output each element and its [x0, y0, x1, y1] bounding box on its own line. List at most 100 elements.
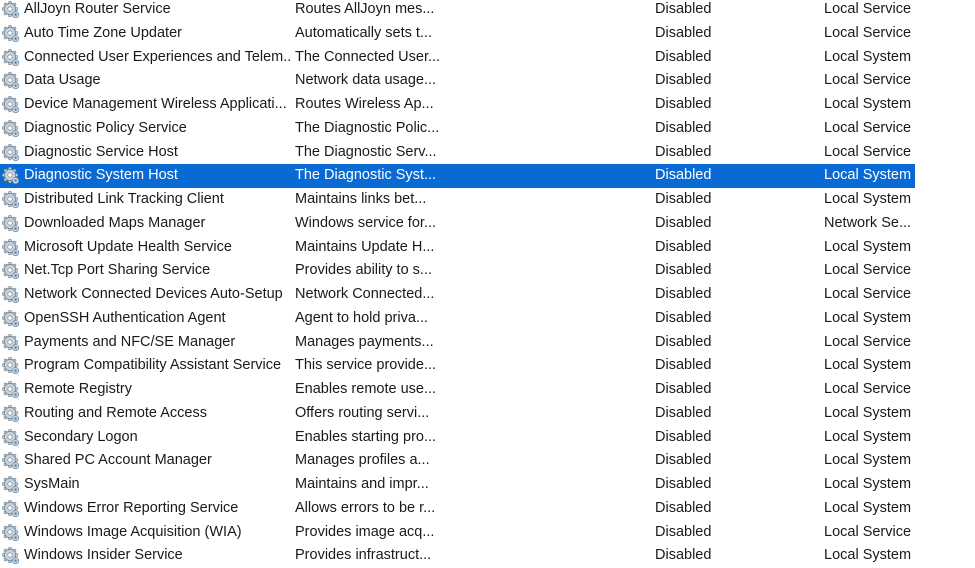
table-row[interactable]: Device Management Wireless Applicati... R…: [0, 93, 915, 117]
service-status: [531, 426, 651, 450]
gear-icon: [2, 1, 20, 19]
service-log-on-as: Local Service: [824, 286, 912, 302]
service-log-on-as: Local Service: [824, 24, 912, 41]
service-name: Routing and Remote Access: [24, 404, 207, 421]
table-row[interactable]: Network Connected Devices Auto-Setup Netw…: [0, 283, 915, 307]
service-icon-cell: [2, 426, 22, 450]
service-name: Data Usage: [24, 72, 101, 89]
table-row[interactable]: Microsoft Update Health Service Maintains…: [0, 236, 915, 260]
table-row[interactable]: Downloaded Maps Manager Windows service f…: [0, 212, 915, 236]
service-log-on-as: Local System: [824, 48, 912, 65]
gear-icon: [2, 404, 20, 422]
service-description: Manages payments...: [295, 333, 434, 350]
service-name: Windows Error Reporting Service: [24, 499, 239, 516]
gear-icon: [2, 428, 20, 446]
service-log-on-as: Local System: [824, 404, 912, 421]
service-startup-type: Disabled: [655, 357, 712, 374]
service-icon-cell: [2, 331, 22, 355]
service-status: [531, 283, 651, 307]
gear-icon: [2, 499, 20, 517]
service-startup-type: Disabled: [655, 48, 712, 65]
service-status: [531, 378, 651, 402]
table-row[interactable]: Windows Image Acquisition (WIA) Provides …: [0, 521, 915, 545]
service-icon-cell: [2, 188, 22, 212]
service-description: Windows service for...: [295, 214, 437, 231]
service-log-on-as: Local System: [824, 309, 912, 326]
gear-icon: [2, 476, 20, 494]
table-row[interactable]: Data Usage Network data usage... Disabled L…: [0, 69, 915, 93]
table-row[interactable]: SysMain Maintains and impr... Disabled Loca…: [0, 473, 915, 497]
table-row[interactable]: Payments and NFC/SE Manager Manages payme…: [0, 331, 915, 355]
service-icon-cell: [2, 521, 22, 545]
gear-icon: [2, 143, 20, 161]
table-row[interactable]: Net.Tcp Port Sharing Service Provides abi…: [0, 259, 915, 283]
service-description: The Diagnostic Polic...: [295, 119, 440, 136]
service-description: Provides infrastruct...: [295, 547, 432, 564]
service-startup-type: Disabled: [655, 476, 712, 492]
service-status: [531, 354, 651, 378]
service-log-on-as: Local Service: [824, 333, 912, 350]
service-icon-cell: [2, 473, 22, 497]
table-row-selected[interactable]: Diagnostic System Host The Diagnostic Sys…: [0, 164, 915, 188]
services-list: AllJoyn Router Service Routes AllJoyn mes…: [0, 0, 975, 568]
service-name: Distributed Link Tracking Client: [24, 191, 224, 207]
service-description: Network data usage...: [295, 72, 437, 89]
table-row[interactable]: Windows Error Reporting Service Allows er…: [0, 497, 915, 521]
service-icon-cell: [2, 212, 22, 236]
table-row[interactable]: Shared PC Account Manager Manages profile…: [0, 449, 915, 473]
gear-icon: [2, 357, 20, 375]
table-row[interactable]: OpenSSH Authentication Agent Agent to hol…: [0, 307, 915, 331]
table-row[interactable]: Auto Time Zone Updater Automatically sets…: [0, 22, 915, 46]
service-log-on-as: Local Service: [824, 143, 912, 160]
table-row[interactable]: Remote Registry Enables remote use... Disa…: [0, 378, 915, 402]
service-name: Microsoft Update Health Service: [24, 238, 232, 255]
service-log-on-as: Local Service: [824, 523, 912, 540]
gear-icon: [2, 191, 20, 209]
service-startup-type: Disabled: [655, 547, 712, 564]
service-log-on-as: Local System: [824, 452, 912, 469]
service-startup-type: Disabled: [655, 404, 712, 421]
service-startup-type: Disabled: [655, 96, 712, 112]
service-status: [531, 497, 651, 521]
service-status: [531, 473, 651, 497]
service-icon-cell: [2, 164, 22, 188]
table-row[interactable]: Secondary Logon Enables starting pro... Di…: [0, 426, 915, 450]
gear-icon: [2, 333, 20, 351]
table-row[interactable]: Program Compatibility Assistant Service T…: [0, 354, 915, 378]
service-startup-type: Disabled: [655, 167, 712, 184]
service-startup-type: Disabled: [655, 499, 712, 516]
service-status: [531, 259, 651, 283]
service-description: Manages profiles a...: [295, 452, 430, 469]
service-description: Provides image acq...: [295, 523, 435, 540]
gear-icon: [2, 167, 20, 185]
service-log-on-as: Local Service: [824, 72, 912, 89]
table-row[interactable]: Routing and Remote Access Offers routing …: [0, 402, 915, 426]
service-icon-cell: [2, 307, 22, 331]
table-row[interactable]: AllJoyn Router Service Routes AllJoyn mes…: [0, 0, 915, 22]
service-status: [531, 69, 651, 93]
service-status: [531, 402, 651, 426]
gear-icon: [2, 119, 20, 137]
service-log-on-as: Local System: [824, 191, 912, 207]
service-icon-cell: [2, 283, 22, 307]
table-row[interactable]: Diagnostic Policy Service The Diagnostic …: [0, 117, 915, 141]
service-description: Routes AllJoyn mes...: [295, 1, 435, 17]
service-status: [531, 93, 651, 117]
service-log-on-as: Local Service: [824, 262, 912, 279]
gear-icon: [2, 381, 20, 399]
service-name: AllJoyn Router Service: [24, 1, 171, 17]
gear-icon: [2, 523, 20, 541]
table-row[interactable]: Windows Insider Service Provides infrastr…: [0, 544, 915, 568]
service-icon-cell: [2, 378, 22, 402]
service-status: [531, 331, 651, 355]
service-name: SysMain: [24, 476, 80, 492]
service-status: [531, 22, 651, 46]
service-log-on-as: Local System: [824, 96, 912, 112]
gear-icon: [2, 214, 20, 232]
table-row[interactable]: Connected User Experiences and Telem... T…: [0, 46, 915, 70]
service-icon-cell: [2, 259, 22, 283]
service-icon-cell: [2, 141, 22, 165]
table-row[interactable]: Diagnostic Service Host The Diagnostic Se…: [0, 141, 915, 165]
table-row[interactable]: Distributed Link Tracking Client Maintain…: [0, 188, 915, 212]
service-description: The Connected User...: [295, 48, 441, 65]
